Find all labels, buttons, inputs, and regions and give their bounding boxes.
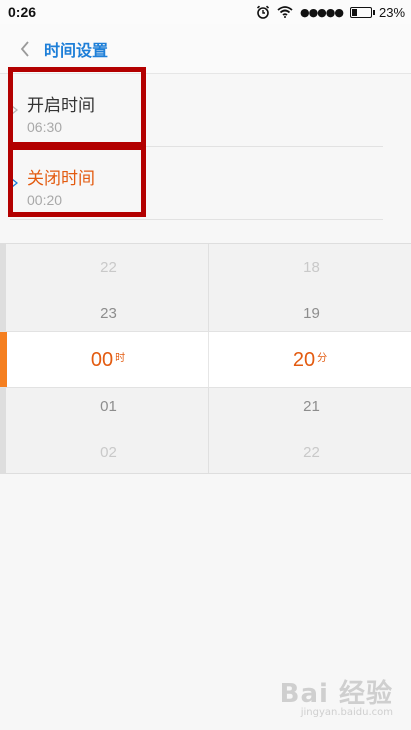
minute-option[interactable]: 22: [209, 429, 411, 475]
status-time: 0:26: [8, 4, 37, 20]
hour-option[interactable]: 23: [6, 290, 211, 336]
minute-option[interactable]: 21: [209, 383, 411, 429]
signal-strength-icon: ●●●●●: [299, 5, 344, 19]
selection-marker: [0, 332, 7, 387]
picker-selection-band: 00 时 20 分: [0, 331, 411, 388]
page-title: 时间设置: [44, 40, 109, 60]
minute-unit: 分: [317, 353, 328, 364]
selected-minute-value: 20: [292, 349, 316, 371]
minute-option[interactable]: 18: [209, 244, 411, 290]
hour-option[interactable]: 02: [6, 429, 211, 475]
back-button[interactable]: [14, 38, 36, 60]
baidu-jingyan-watermark: Bai 经验 jingyan.baidu.com: [280, 673, 393, 718]
selected-hour-value: 00: [90, 349, 114, 371]
divider: [10, 219, 383, 220]
battery-percent: 23%: [378, 4, 405, 20]
time-picker: 22 23 01 02 18 19 21 22 00 时 20 分: [0, 243, 411, 474]
selected-hour[interactable]: 00 时: [7, 332, 209, 389]
watermark-brand: Bai 经验: [279, 679, 393, 709]
selected-minute[interactable]: 20 分: [209, 332, 411, 389]
hour-option[interactable]: 01: [6, 383, 211, 429]
chevron-left-icon: [20, 40, 29, 57]
battery-icon: [349, 6, 375, 18]
alarm-icon: [256, 5, 270, 19]
status-bar: 0:26 ●●●●● 23%: [0, 0, 411, 24]
wifi-icon: [277, 6, 293, 18]
hour-option[interactable]: 22: [6, 244, 211, 290]
status-icons: ●●●●● 23%: [256, 5, 405, 20]
minute-option[interactable]: 19: [209, 290, 411, 336]
annotation-highlight-box: [8, 67, 146, 147]
hour-unit: 时: [115, 353, 126, 364]
annotation-highlight-box: [8, 145, 146, 217]
